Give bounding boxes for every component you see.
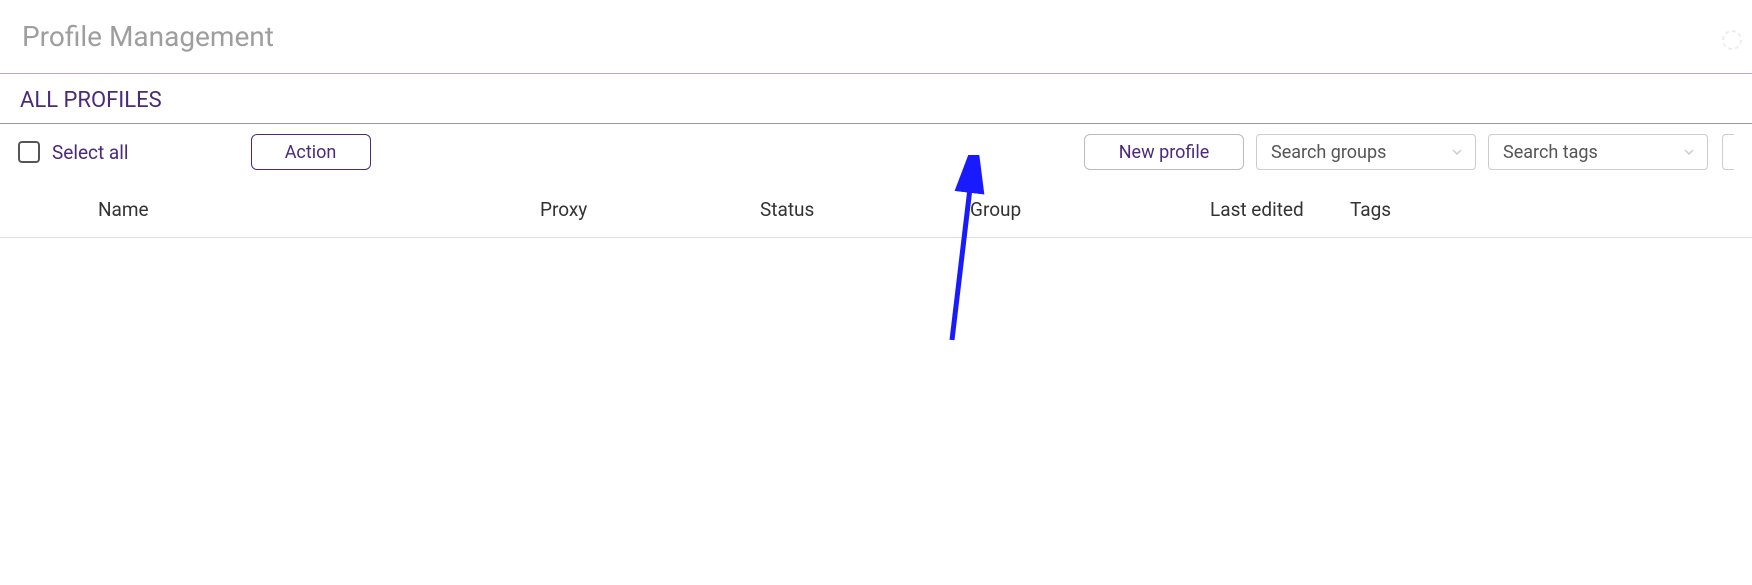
section-title: ALL PROFILES [0, 74, 1752, 124]
search-groups-dropdown[interactable]: Search groups [1256, 134, 1476, 170]
table-header-row: Name Proxy Status Group Last edited Tags [0, 180, 1752, 238]
column-header-group: Group [970, 198, 1210, 221]
column-header-status: Status [760, 198, 970, 221]
settings-icon[interactable] [1720, 28, 1744, 52]
select-all-label: Select all [52, 141, 129, 164]
new-profile-button[interactable]: New profile [1084, 134, 1244, 170]
action-button-label: Action [285, 142, 337, 163]
search-groups-placeholder: Search groups [1271, 142, 1386, 163]
column-header-proxy: Proxy [540, 198, 760, 221]
toolbar: Select all Action New profile Search gro… [0, 124, 1752, 180]
action-button[interactable]: Action [251, 134, 371, 170]
extra-control-partial[interactable] [1722, 134, 1734, 170]
page-header: Profile Management [0, 0, 1752, 74]
new-profile-button-label: New profile [1119, 142, 1210, 163]
chevron-down-icon [1451, 146, 1463, 158]
search-tags-dropdown[interactable]: Search tags [1488, 134, 1708, 170]
search-tags-placeholder: Search tags [1503, 142, 1598, 163]
select-all-wrap: Select all [18, 141, 129, 164]
chevron-down-icon [1683, 146, 1695, 158]
column-header-name: Name [0, 198, 540, 221]
column-header-last-edited: Last edited [1210, 198, 1350, 221]
column-header-tags: Tags [1350, 198, 1752, 221]
page-title: Profile Management [22, 20, 1752, 53]
select-all-checkbox[interactable] [18, 141, 40, 163]
